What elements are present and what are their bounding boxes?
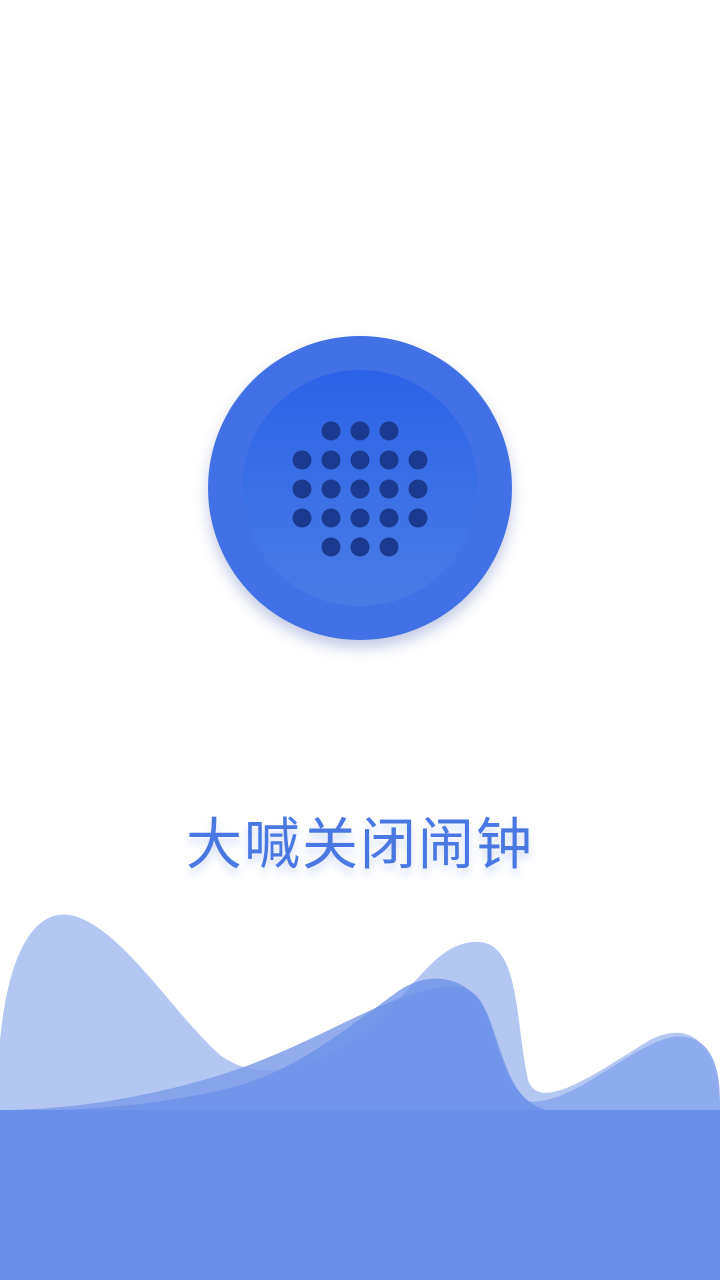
grille-dot <box>379 508 399 528</box>
app-title: 大喊关闭闹钟 <box>186 813 534 878</box>
grille-dot <box>321 537 341 557</box>
grille-dot <box>350 421 370 441</box>
grille-dot <box>350 479 370 499</box>
wave-floor <box>0 1110 720 1280</box>
voice-button[interactable] <box>208 336 512 640</box>
grille-dot <box>350 508 370 528</box>
grille-dot <box>379 421 399 441</box>
grille-dot <box>321 508 341 528</box>
grille-dot <box>408 479 428 499</box>
grille-dot <box>292 450 312 470</box>
grille-dot <box>321 450 341 470</box>
grille-dot <box>292 479 312 499</box>
grille-dot <box>292 508 312 528</box>
grille-dot <box>321 421 341 441</box>
grille-dot <box>408 450 428 470</box>
grille-dot <box>350 537 370 557</box>
decorative-waves <box>0 914 720 1280</box>
splash-screen: 大喊关闭闹钟 <box>0 0 720 1280</box>
microphone-grille-icon <box>292 421 428 557</box>
grille-dot <box>408 508 428 528</box>
grille-dot <box>379 537 399 557</box>
grille-dot <box>321 479 341 499</box>
grille-dot <box>379 450 399 470</box>
voice-button-inner <box>242 370 478 606</box>
grille-dot <box>350 450 370 470</box>
grille-dot <box>379 479 399 499</box>
